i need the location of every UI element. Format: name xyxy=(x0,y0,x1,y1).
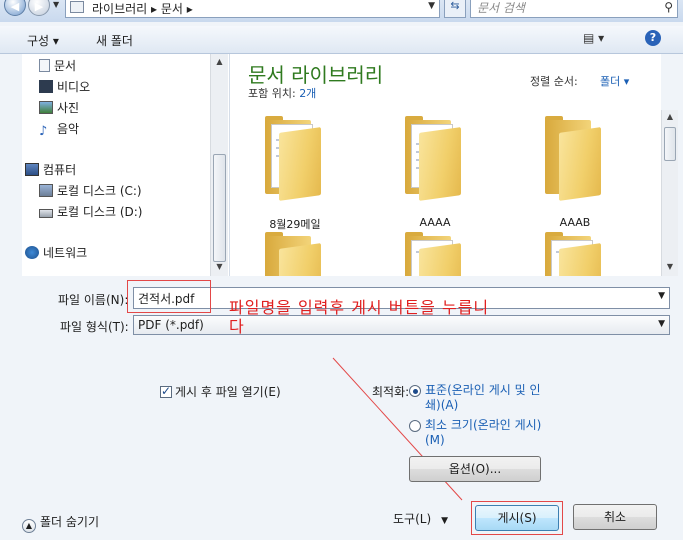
tools-menu[interactable]: 도구(L) ▼ xyxy=(393,510,448,527)
file-name: AAAB xyxy=(559,216,591,229)
tools-dropdown-icon: ▼ xyxy=(441,516,449,526)
folder-item[interactable] xyxy=(525,232,605,276)
drive-icon xyxy=(39,184,53,197)
folder-icon xyxy=(559,243,601,276)
scroll-down-icon[interactable]: ▼ xyxy=(211,262,228,271)
optimize-label: 최적화: xyxy=(372,385,410,399)
navigation-pane: 문서 비디오 사진 ♪ 음악 컴퓨터 로컬 디스크 (C:) 로컬 디스크 (D:… xyxy=(22,54,230,276)
scrollbar-thumb[interactable] xyxy=(213,154,226,262)
filename-dropdown-icon[interactable]: ▼ xyxy=(658,291,665,301)
file-name: AAAA xyxy=(419,216,451,229)
toolbar: 구성 ▾ 새 폴더 ▤ ▾ ? xyxy=(0,26,683,54)
back-button[interactable]: ◀ xyxy=(4,0,26,16)
address-box[interactable]: 라이브러리 ▸ 문서 ▸ ▼ xyxy=(65,0,440,18)
music-icon: ♪ xyxy=(39,124,48,139)
document-icon xyxy=(39,59,50,72)
organize-button[interactable]: 구성 ▾ xyxy=(27,32,59,49)
nav-item-pictures[interactable]: 사진 xyxy=(39,99,79,117)
refresh-button[interactable]: ⇆ xyxy=(444,0,466,18)
filename-label: 파일 이름(N): xyxy=(58,293,129,307)
folder-item[interactable]: AAAB xyxy=(525,116,605,229)
address-dropdown-icon[interactable]: ▼ xyxy=(428,1,435,11)
checkbox-checked-icon[interactable] xyxy=(160,384,172,398)
scroll-up-icon[interactable]: ▲ xyxy=(662,112,678,121)
network-icon xyxy=(25,246,39,259)
folder-icon xyxy=(559,127,601,201)
computer-icon xyxy=(25,163,39,176)
file-name: 8월29메일 xyxy=(269,218,321,231)
filename-highlight-box xyxy=(127,280,211,313)
folder-icon xyxy=(419,127,461,201)
view-icon: ▤ xyxy=(583,31,595,45)
hide-folders-toggle[interactable]: ▲ 폴더 숨기기 xyxy=(22,513,99,533)
folder-icon xyxy=(70,1,84,13)
sort-dropdown[interactable]: 폴더 ▾ xyxy=(600,73,629,89)
folder-item[interactable] xyxy=(245,232,325,276)
filetype-label: 파일 형식(T): xyxy=(60,320,129,334)
navigation-scrollbar[interactable]: ▲ ▼ xyxy=(210,54,228,276)
picture-icon xyxy=(39,101,53,114)
search-input[interactable] xyxy=(471,0,641,17)
drive-icon xyxy=(39,209,53,218)
nav-item-music[interactable]: ♪ 음악 xyxy=(39,120,79,138)
address-bar: ◀ ▶ ▼ 라이브러리 ▸ 문서 ▸ ▼ ⇆ ⚲ xyxy=(0,0,683,22)
folder-icon xyxy=(419,243,461,276)
publish-highlight-box xyxy=(471,501,563,535)
instruction-annotation: 파일명을 입력후 게시 버튼을 누릅니다 xyxy=(229,298,490,336)
cancel-button[interactable]: 취소 xyxy=(573,504,657,530)
filetype-value: PDF (*.pdf) xyxy=(138,318,204,332)
recent-pages-chevron-icon[interactable]: ▼ xyxy=(53,0,59,9)
search-icon[interactable]: ⚲ xyxy=(664,0,673,14)
view-options-button[interactable]: ▤ ▾ xyxy=(583,31,604,45)
search-box[interactable]: ⚲ xyxy=(470,0,678,18)
file-list: 문서 라이브러리 포함 위치: 2개 정렬 순서: 폴더 ▾ 8월29메일 AA… xyxy=(230,54,661,276)
sort-label: 정렬 순서: xyxy=(530,75,578,88)
nav-item-drive-d[interactable]: 로컬 디스크 (D:) xyxy=(39,203,142,221)
folder-item[interactable]: AAAA xyxy=(385,116,465,229)
library-title: 문서 라이브러리 xyxy=(248,63,384,87)
radio-unselected-icon[interactable] xyxy=(409,420,421,432)
folder-icon xyxy=(279,127,321,201)
breadcrumb[interactable]: 라이브러리 ▸ 문서 ▸ xyxy=(92,0,193,17)
back-arrow-icon: ◀ xyxy=(10,0,20,13)
help-icon[interactable]: ? xyxy=(645,30,661,46)
scroll-up-icon[interactable]: ▲ xyxy=(211,57,228,66)
folder-item[interactable] xyxy=(385,232,465,276)
nav-item-videos[interactable]: 비디오 xyxy=(39,78,90,96)
options-button[interactable]: 옵션(O)... xyxy=(409,456,541,482)
open-after-publish-checkbox[interactable]: 게시 후 파일 열기(E) xyxy=(160,383,281,400)
forward-button[interactable]: ▶ xyxy=(28,0,50,16)
new-folder-button[interactable]: 새 폴더 xyxy=(96,32,133,49)
library-includes: 포함 위치: 2개 xyxy=(248,87,317,100)
scroll-down-icon[interactable]: ▼ xyxy=(662,262,678,271)
nav-item-network[interactable]: 네트워크 xyxy=(25,244,87,262)
content-scrollbar[interactable]: ▲ ▼ xyxy=(661,110,678,276)
chevron-up-icon: ▲ xyxy=(22,519,36,533)
includes-locations-link[interactable]: 2개 xyxy=(299,87,316,100)
scrollbar-thumb[interactable] xyxy=(664,127,676,161)
folder-icon xyxy=(279,243,321,276)
nav-item-documents[interactable]: 문서 xyxy=(39,57,76,75)
nav-item-drive-c[interactable]: 로컬 디스크 (C:) xyxy=(39,182,142,200)
forward-arrow-icon: ▶ xyxy=(34,0,44,13)
video-icon xyxy=(39,80,53,93)
refresh-icon: ⇆ xyxy=(450,0,460,12)
folder-item[interactable]: 8월29메일 xyxy=(245,116,325,231)
radio-selected-icon[interactable] xyxy=(409,385,421,397)
nav-item-computer[interactable]: 컴퓨터 xyxy=(25,161,76,179)
filetype-dropdown-icon[interactable]: ▼ xyxy=(658,319,665,329)
